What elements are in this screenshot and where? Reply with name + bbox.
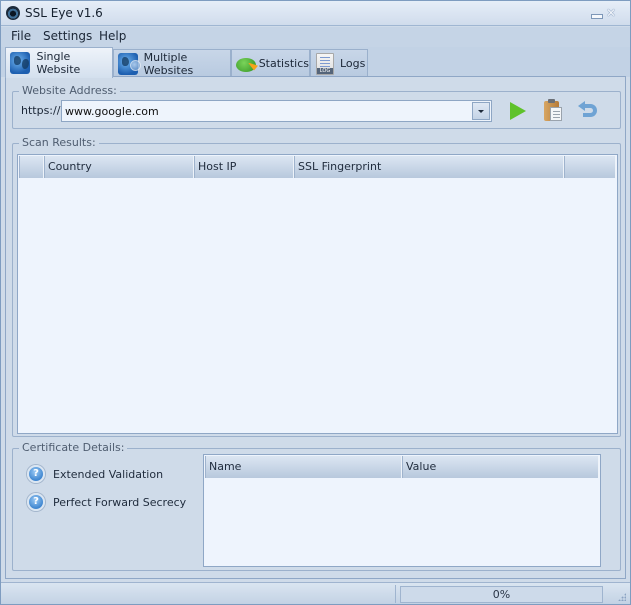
close-button[interactable]: ✕ <box>605 7 617 19</box>
app-window: SSL Eye v1.6 ✕ File Settings Help Single… <box>0 0 631 605</box>
question-icon: ? <box>27 493 45 511</box>
url-combobox[interactable] <box>61 100 492 122</box>
start-scan-button[interactable] <box>504 98 530 124</box>
tab-statistics[interactable]: Statistics <box>231 49 310 77</box>
log-file-icon <box>316 52 334 75</box>
status-separator <box>395 585 396 603</box>
column-header-name[interactable]: Name <box>205 456 402 478</box>
column-header-indicator[interactable] <box>19 156 44 178</box>
pie-chart-icon <box>236 53 258 75</box>
undo-icon <box>583 104 597 117</box>
tab-logs[interactable]: Logs <box>310 49 368 77</box>
menu-help[interactable]: Help <box>97 29 128 43</box>
tab-multiple-websites[interactable]: Multiple Websites <box>113 49 231 77</box>
reset-button[interactable] <box>576 98 602 124</box>
paste-button[interactable] <box>540 98 566 124</box>
globe-icon <box>10 52 31 74</box>
perfect-forward-secrecy-row: ? Perfect Forward Secrecy <box>27 493 186 511</box>
tab-strip: Single Website Multiple Websites Statist… <box>1 47 630 78</box>
perfect-forward-secrecy-label: Perfect Forward Secrecy <box>53 495 187 509</box>
menu-settings[interactable]: Settings <box>41 29 94 43</box>
certificate-details-title: Certificate Details: <box>19 441 128 454</box>
website-address-title: Website Address: <box>19 84 120 97</box>
eye-app-icon <box>6 6 20 20</box>
grid-header: Country Host IP SSL Fingerprint <box>18 155 617 179</box>
column-header-extra[interactable] <box>564 156 616 178</box>
scan-results-title: Scan Results: <box>19 136 99 149</box>
https-prefix-label: https:// <box>21 104 61 117</box>
minimize-button[interactable] <box>590 7 603 19</box>
scan-results-grid[interactable]: Country Host IP SSL Fingerprint <box>17 154 618 434</box>
certificate-details-grid[interactable]: Name Value <box>203 454 601 567</box>
url-dropdown-button[interactable] <box>472 102 490 120</box>
extended-validation-label: Extended Validation <box>53 467 164 481</box>
tab-single-website[interactable]: Single Website <box>5 47 113 78</box>
tab-label: Logs <box>340 57 366 70</box>
progress-text: 0% <box>492 588 511 601</box>
column-header-host-ip[interactable]: Host IP <box>194 156 294 178</box>
tab-label: Statistics <box>258 57 309 70</box>
column-header-value[interactable]: Value <box>402 456 599 478</box>
column-header-country[interactable]: Country <box>44 156 194 178</box>
status-bar: 0% <box>1 582 630 604</box>
column-header-ssl-fingerprint[interactable]: SSL Fingerprint <box>294 156 564 178</box>
tab-label: Single Website <box>36 50 81 76</box>
question-icon: ? <box>27 465 45 483</box>
resize-grip-icon[interactable] <box>618 593 626 601</box>
url-input[interactable] <box>62 101 470 121</box>
single-website-panel: Website Address: https:// Scan Results: <box>5 76 626 579</box>
website-address-group: Website Address: https:// <box>12 84 621 129</box>
scan-results-group: Scan Results: Country Host IP SSL Finger… <box>12 136 621 437</box>
title-bar[interactable]: SSL Eye v1.6 ✕ <box>1 1 630 26</box>
grid-header: Name Value <box>204 455 600 479</box>
window-title: SSL Eye v1.6 <box>25 6 103 20</box>
certificate-details-group: Certificate Details: ? Extended Validati… <box>12 441 621 571</box>
extended-validation-row: ? Extended Validation <box>27 465 163 483</box>
menu-bar: File Settings Help <box>1 27 630 47</box>
globe-multi-icon <box>118 52 141 75</box>
menu-file[interactable]: File <box>9 29 33 43</box>
progress-bar: 0% <box>400 586 603 603</box>
tab-label: Multiple Websites <box>143 50 194 77</box>
